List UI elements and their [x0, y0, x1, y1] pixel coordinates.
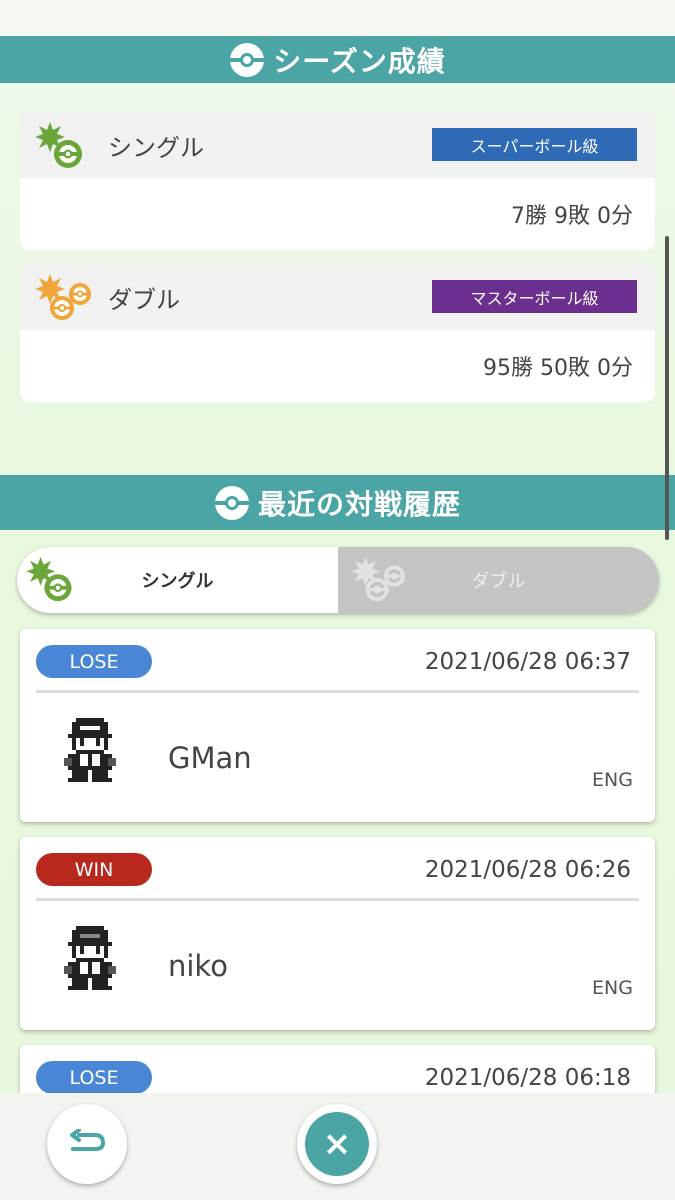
season-header: シーズン成績: [0, 36, 675, 83]
rank-badge-single: スーパーボール級: [432, 128, 637, 161]
trainer-avatar-icon: [64, 718, 116, 782]
season-title: シーズン成績: [273, 44, 446, 78]
opponent-language: ENG: [592, 977, 633, 999]
mode-label-double: ダブル: [108, 285, 180, 314]
battle-datetime: 2021/06/28 06:18: [424, 1065, 631, 1091]
rank-card-header: ダブル マスターボール級: [20, 264, 655, 330]
divider: [36, 898, 639, 901]
battle-history-item[interactable]: LOSE 2021/06/28 06:37 GMan ENG: [20, 629, 655, 822]
back-arrow-icon: [70, 1129, 106, 1151]
rank-badge-double: マスターボール級: [432, 280, 637, 313]
battle-history-item[interactable]: WIN 2021/06/28 06:26 niko ENG: [20, 837, 655, 1030]
rank-card-single: シングル スーパーボール級 7勝 9敗 0分: [20, 112, 655, 250]
rank-card-header: シングル スーパーボール級: [20, 112, 655, 178]
pokeball-icon: [214, 485, 249, 520]
battle-datetime: 2021/06/28 06:26: [424, 857, 631, 883]
tab-single-label: シングル: [141, 571, 214, 592]
opponent-name: GMan: [168, 741, 252, 775]
double-battle-icon: [36, 274, 91, 320]
rank-card-double: ダブル マスターボール級 95勝 50敗 0分: [20, 264, 655, 402]
single-battle-icon: [27, 556, 72, 602]
close-button[interactable]: ×: [297, 1104, 377, 1184]
top-strip: [0, 0, 675, 36]
history-header: 最近の対戦履歴: [0, 475, 675, 530]
battle-type-toggle[interactable]: シングル ダブル: [17, 547, 659, 613]
result-badge: LOSE: [36, 1061, 152, 1094]
single-battle-icon: [36, 122, 82, 168]
result-badge: LOSE: [36, 645, 152, 678]
scrollbar[interactable]: [665, 236, 669, 540]
opponent-language: ENG: [592, 769, 633, 791]
battle-datetime: 2021/06/28 06:37: [424, 649, 631, 675]
back-button[interactable]: [47, 1104, 127, 1184]
mode-label-single: シングル: [108, 133, 204, 162]
pokeball-icon: [230, 42, 265, 77]
close-icon: ×: [305, 1112, 369, 1176]
tab-double-label: ダブル: [471, 571, 526, 592]
opponent-name: niko: [168, 949, 228, 983]
divider: [36, 690, 639, 693]
tab-double[interactable]: ダブル: [338, 547, 659, 613]
result-badge: WIN: [36, 853, 152, 886]
record-double: 95勝 50敗 0分: [483, 356, 633, 381]
record-single: 7勝 9敗 0分: [511, 204, 633, 229]
tab-single[interactable]: シングル: [17, 547, 338, 613]
double-battle-icon: [352, 556, 406, 602]
history-title: 最近の対戦履歴: [257, 487, 461, 521]
trainer-avatar-icon: [64, 926, 116, 990]
